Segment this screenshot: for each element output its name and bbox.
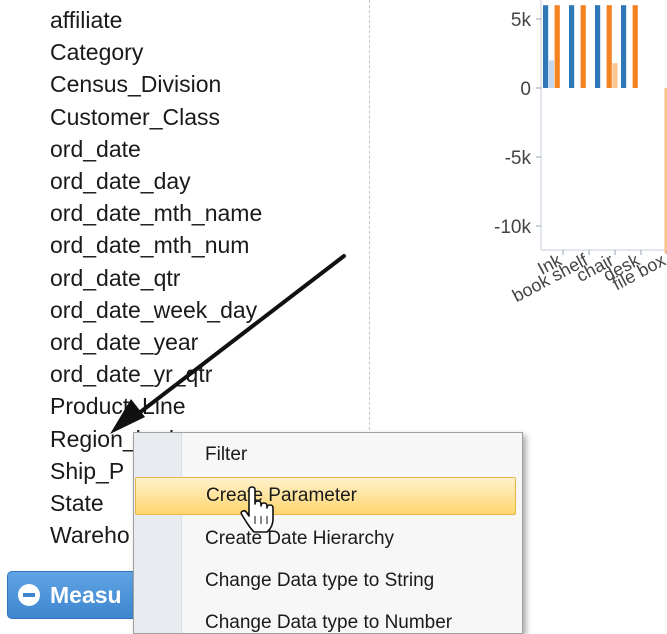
bar (569, 5, 575, 89)
bar (580, 5, 586, 89)
field-item[interactable]: ord_date_year (50, 326, 198, 358)
y-tick-label: 0 (520, 79, 531, 100)
field-item[interactable]: ord_date_qtr (50, 262, 180, 294)
field-item[interactable]: ord_date_day (50, 165, 191, 197)
y-tick-label: -5k (505, 148, 532, 169)
menu-item-change-data-type-to-number[interactable]: Change Data type to Number (134, 603, 520, 633)
field-item[interactable]: Product_Line (50, 390, 186, 422)
field-item[interactable]: ord_date_week_day (50, 294, 257, 326)
chart-svg: 5k0-5k-10kInkbook shelfchairdeskfile box (494, 0, 667, 306)
field-item[interactable]: ord_date (50, 133, 141, 165)
field-item[interactable]: Census_Division (50, 68, 221, 100)
panel-divider (369, 0, 370, 440)
collapse-minus-icon[interactable] (18, 584, 40, 606)
menu-item-label: Filter (205, 444, 248, 465)
field-item[interactable]: ord_date_yr_qtr (50, 358, 212, 390)
menu-item-create-parameter[interactable]: Create Parameter (135, 477, 516, 515)
menu-item-label: Change Data type to Number (205, 612, 453, 633)
bar (543, 5, 549, 89)
context-menu: Filter Create Parameter Create Date Hierar… (133, 432, 523, 634)
menu-item-label: Change Data type to String (205, 570, 435, 591)
bar-chart: 5k 0 -5k -10k Ink book shelf chair desk file box (440, 0, 667, 340)
measures-label: Measu (50, 582, 122, 608)
menu-item-create-date-hierarchy[interactable]: Create Date Hierarchy (134, 519, 520, 559)
bar (548, 60, 554, 88)
field-item[interactable]: Customer_Class (50, 101, 220, 133)
bar (621, 5, 627, 89)
menu-item-label: Create Date Hierarchy (205, 528, 395, 549)
menu-item-filter[interactable]: Filter (134, 435, 520, 475)
field-item[interactable]: State (50, 487, 104, 519)
x-tick-label: file box (609, 250, 667, 294)
bar (554, 5, 560, 89)
y-tick-label: -10k (494, 217, 531, 238)
bar (612, 63, 618, 88)
y-tick-label: 5k (511, 10, 532, 31)
bar (606, 5, 612, 89)
field-item[interactable]: ord_date_mth_num (50, 229, 249, 261)
menu-item-label: Create Parameter (206, 485, 358, 506)
field-item[interactable]: ord_date_mth_name (50, 197, 262, 229)
field-item[interactable]: Wareho (50, 519, 130, 551)
field-item[interactable]: affiliate (50, 4, 122, 36)
field-item[interactable]: Ship_P (50, 455, 124, 487)
field-item[interactable]: Category (50, 36, 143, 68)
bar (632, 5, 638, 89)
menu-item-change-data-type-to-string[interactable]: Change Data type to String (134, 561, 520, 601)
bar (595, 5, 601, 89)
